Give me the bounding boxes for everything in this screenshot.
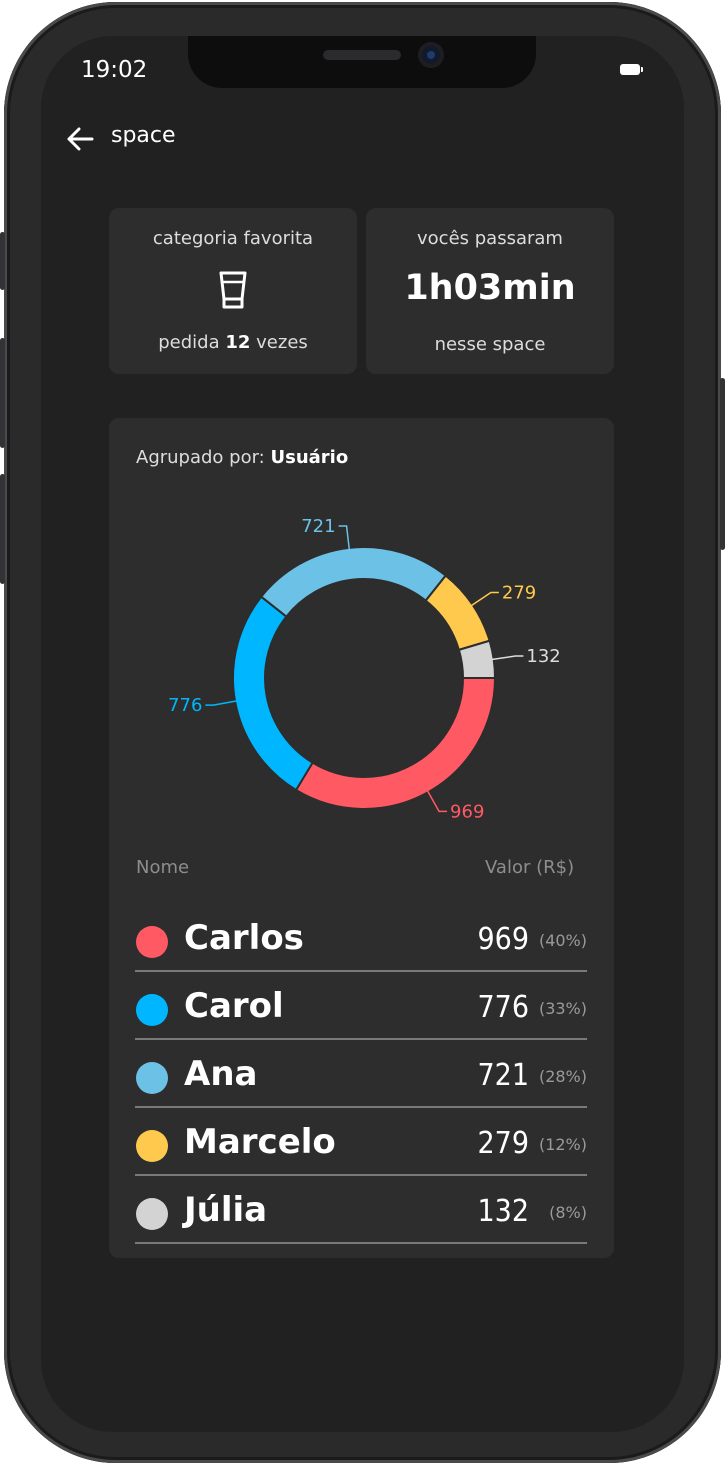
table-row[interactable]: Marcelo 279 (12%) (135, 1108, 587, 1176)
user-name: Carol (184, 986, 284, 1026)
glass-icon (219, 271, 247, 309)
order-count-value: 12 (225, 332, 251, 353)
donut-slice (232, 595, 315, 792)
user-color-dot (136, 1198, 168, 1230)
order-count-suffix: vezes (256, 332, 308, 353)
user-color-dot (136, 1062, 168, 1094)
screen: 19:02 space categoria favorita pedida 12… (41, 36, 684, 1432)
time-spent-card: vocês passaram 1h03min nesse space (366, 208, 614, 374)
user-value: 132 (477, 1194, 529, 1229)
time-spent-footer: nesse space (434, 334, 546, 355)
user-color-dot (136, 1130, 168, 1162)
power-button (720, 378, 725, 550)
time-spent-label: vocês passaram (417, 228, 563, 249)
user-name: Carlos (184, 918, 304, 958)
donut-leader-line (491, 655, 524, 661)
grouping-card: Agrupado por: Usuário 969 776 721 279 132 No… (109, 418, 614, 1258)
table-row[interactable]: Júlia 132 (8%) (135, 1176, 587, 1244)
volume-up-button (0, 338, 5, 448)
user-value: 279 (477, 1126, 529, 1161)
user-name: Ana (184, 1054, 258, 1094)
order-count-prefix: pedida (158, 332, 220, 353)
user-percent: (28%) (538, 1067, 587, 1086)
user-percent: (33%) (538, 999, 587, 1018)
column-header-value: Valor (R$) (485, 857, 575, 878)
notch (188, 36, 536, 88)
table-row[interactable]: Carol 776 (33%) (135, 972, 587, 1040)
table-row[interactable]: Ana 721 (28%) (135, 1040, 587, 1108)
order-count-text: pedida 12 vezes (109, 332, 357, 353)
time-spent-value: 1h03min (404, 268, 576, 308)
donut-leader-line (470, 591, 499, 607)
donut-slice (259, 546, 448, 618)
status-time: 19:02 (81, 57, 148, 83)
donut-value-label: 969 (450, 801, 484, 822)
donut-leader-line (426, 790, 448, 813)
user-percent: (12%) (538, 1135, 587, 1154)
battery-icon (620, 64, 643, 75)
donut-leader-line (338, 525, 351, 550)
group-by-value: Usuário (270, 447, 349, 468)
user-name: Marcelo (184, 1122, 336, 1162)
user-color-dot (136, 926, 168, 958)
back-arrow-icon[interactable] (65, 124, 95, 154)
group-by-label[interactable]: Agrupado por: Usuário (136, 447, 348, 468)
user-value: 776 (477, 990, 529, 1025)
user-name: Júlia (184, 1190, 268, 1230)
user-value: 969 (477, 922, 529, 957)
group-by-prefix: Agrupado por: (136, 447, 265, 468)
donut-slice (294, 677, 497, 810)
donut-leader-line (205, 700, 238, 706)
favorite-category-label: categoria favorita (152, 228, 314, 249)
page-title: space (111, 123, 176, 148)
table-row[interactable]: Carlos 969 (40%) (135, 904, 587, 972)
donut-chart: 969 776 721 279 132 (168, 516, 561, 822)
donut-value-label: 776 (168, 695, 202, 716)
camera-icon (418, 42, 444, 68)
user-percent: (8%) (549, 1203, 587, 1222)
donut-value-label: 721 (301, 516, 335, 537)
user-color-dot (136, 994, 168, 1026)
donut-value-label: 279 (502, 583, 536, 604)
speaker (323, 50, 401, 60)
favorite-category-card: categoria favorita pedida 12 vezes (109, 208, 357, 374)
column-header-name: Nome (136, 857, 190, 878)
user-value: 721 (477, 1058, 529, 1093)
silent-switch (0, 232, 5, 290)
user-percent: (40%) (538, 931, 587, 950)
volume-down-button (0, 474, 5, 584)
donut-value-label: 132 (526, 646, 560, 667)
